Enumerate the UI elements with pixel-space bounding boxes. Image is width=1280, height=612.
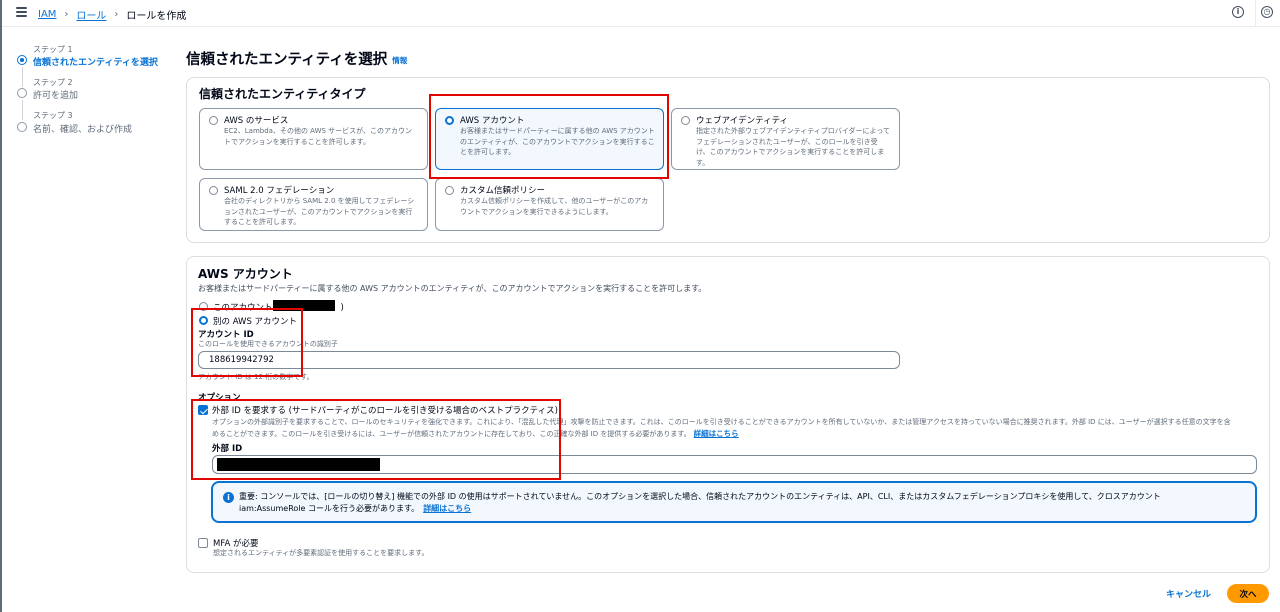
account-id-input[interactable]: 188619942792 — [198, 351, 900, 369]
redacted-external-id — [217, 458, 380, 471]
mfa-checkbox[interactable] — [198, 538, 208, 548]
account-id-hint: このロールを使用できるアカウントの識別子 — [198, 340, 338, 348]
menu-icon[interactable] — [16, 7, 27, 17]
external-id-description-2: めることができます。このロールを引き受けるには、ユーザーが信頼されたアカウントに… — [212, 428, 739, 439]
external-id-checkbox[interactable] — [198, 405, 208, 415]
step-3-title: 名前、確認、および作成 — [33, 125, 133, 135]
tile-title: AWS のサービス — [224, 116, 289, 126]
page-title-text: 信頼されたエンティティを選択 — [186, 52, 388, 68]
breadcrumb: IAM › ロール › ロールを作成 — [38, 7, 186, 22]
tile-title: AWS アカウント — [460, 116, 525, 126]
tile-web-identity[interactable]: ウェブアイデンティティ 指定された外部ウェブアイデンティティプロバイダーによって… — [671, 108, 900, 170]
breadcrumb-roles[interactable]: ロール — [76, 7, 106, 22]
step-3-number: ステップ 3 — [33, 111, 73, 120]
external-id-label: 外部 ID — [212, 444, 243, 454]
aws-account-description: お客様またはサードパーティーに属する他の AWS アカウントのエンティティが、こ… — [198, 284, 707, 293]
tile-title: カスタム信頼ポリシー — [460, 186, 546, 196]
chevron-right-icon: › — [64, 9, 69, 20]
entity-type-panel: 信頼されたエンティティタイプ AWS のサービス EC2、Lambda、その他の… — [186, 77, 1270, 243]
radio-aws-account[interactable] — [445, 116, 454, 125]
tile-description: 会社のディレクトリから SAML 2.0 を使用してフェデレーションされたユーザ… — [224, 197, 415, 226]
learn-more-link[interactable]: 詳細はこちら — [694, 429, 739, 438]
radio-other-account[interactable] — [199, 316, 208, 325]
radio-web-identity[interactable] — [681, 116, 690, 125]
step-3-indicator — [17, 122, 27, 132]
info-icon: i — [223, 492, 234, 503]
tile-aws-account[interactable]: AWS アカウント お客様またはサードパーティーに属する他の AWS アカウント… — [435, 108, 664, 170]
alert-text: 重要: コンソールでは、[ロールの切り替え] 機能での外部 ID の使用はサポー… — [239, 491, 1235, 515]
tile-description: お客様またはサードパーティーに属する他の AWS アカウントのエンティティが、こ… — [460, 127, 655, 156]
window-edge — [0, 0, 2, 612]
external-id-description: オプションの外部識別子を要求することで、ロールのセキュリティを強化できます。これ… — [212, 418, 1231, 426]
this-account-text: このアカウント ( — [213, 303, 279, 313]
step-2-title: 許可を追加 — [33, 91, 79, 101]
top-bar: IAM › ロール › ロールを作成 i ◷ — [2, 0, 1280, 27]
aws-account-title: AWS アカウント — [198, 267, 293, 281]
tile-title: SAML 2.0 フェデレーション — [224, 186, 335, 196]
info-link[interactable]: 情報 — [392, 56, 407, 65]
chevron-right-icon: › — [114, 9, 119, 20]
account-id-constraint: アカウント ID は 12 桁の数字です。 — [198, 373, 314, 381]
this-account-suffix: ) — [340, 303, 344, 313]
radio-custom-trust-policy[interactable] — [445, 186, 454, 195]
step-2-indicator — [17, 88, 27, 98]
page-title: 信頼されたエンティティを選択 情報 — [186, 48, 407, 69]
info-icon[interactable]: i — [1232, 6, 1244, 18]
tile-description: EC2、Lambda、その他の AWS サービスが、このアカウントでアクションを… — [224, 127, 413, 146]
next-button[interactable]: 次へ — [1227, 584, 1269, 603]
other-account-label: 別の AWS アカウント — [213, 317, 298, 327]
options-label: オプション — [198, 393, 241, 403]
radio-this-account[interactable] — [199, 302, 208, 311]
tile-description: 指定された外部ウェブアイデンティティプロバイダーによってフェデレーションされたユ… — [696, 127, 890, 167]
alert-text-line-1: 重要: コンソールでは、[ロールの切り替え] 機能での外部 ID の使用はサポー… — [239, 492, 1161, 501]
radio-aws-service[interactable] — [209, 116, 218, 125]
alert-learn-more-link[interactable]: 詳細はこちら — [423, 504, 471, 513]
radio-saml-federation[interactable] — [209, 186, 218, 195]
mfa-description: 想定されるエンティティが多要素認証を使用することを要求します。 — [213, 549, 429, 557]
alert-text-line-2: iam:AssumeRole コールを行う必要があります。 — [239, 504, 420, 513]
step-2-number: ステップ 2 — [33, 78, 73, 87]
step-connector — [22, 100, 23, 120]
step-connector — [22, 67, 23, 87]
entity-type-title: 信頼されたエンティティタイプ — [199, 87, 366, 101]
tile-saml-federation[interactable]: SAML 2.0 フェデレーション 会社のディレクトリから SAML 2.0 を… — [199, 178, 428, 231]
external-id-desc-text: めることができます。このロールを引き受けるには、ユーザーが信頼されたアカウントに… — [212, 430, 691, 438]
info-alert: i 重要: コンソールでは、[ロールの切り替え] 機能での外部 ID の使用はサ… — [211, 481, 1257, 523]
step-1-indicator — [17, 55, 27, 65]
history-icon[interactable]: ◷ — [1261, 6, 1273, 18]
tile-description: カスタム信頼ポリシーを作成して、他のユーザーがこのアカウントでアクションを実行で… — [460, 197, 649, 216]
tile-title: ウェブアイデンティティ — [696, 116, 789, 126]
redacted-account-id — [273, 300, 335, 311]
step-1-title[interactable]: 信頼されたエンティティを選択 — [33, 55, 158, 68]
step-1-number: ステップ 1 — [33, 45, 73, 54]
tile-custom-trust-policy[interactable]: カスタム信頼ポリシー カスタム信頼ポリシーを作成して、他のユーザーがこのアカウン… — [435, 178, 664, 231]
breadcrumb-current: ロールを作成 — [126, 11, 187, 22]
breadcrumb-iam[interactable]: IAM — [38, 9, 56, 20]
divider — [1255, 0, 1256, 27]
external-id-checkbox-label: 外部 ID を要求する (サードパーティがこのロールを引き受ける場合のベストプラ… — [212, 406, 558, 416]
cancel-button[interactable]: キャンセル — [1166, 587, 1211, 600]
tile-aws-service[interactable]: AWS のサービス EC2、Lambda、その他の AWS サービスが、このアカ… — [199, 108, 428, 170]
